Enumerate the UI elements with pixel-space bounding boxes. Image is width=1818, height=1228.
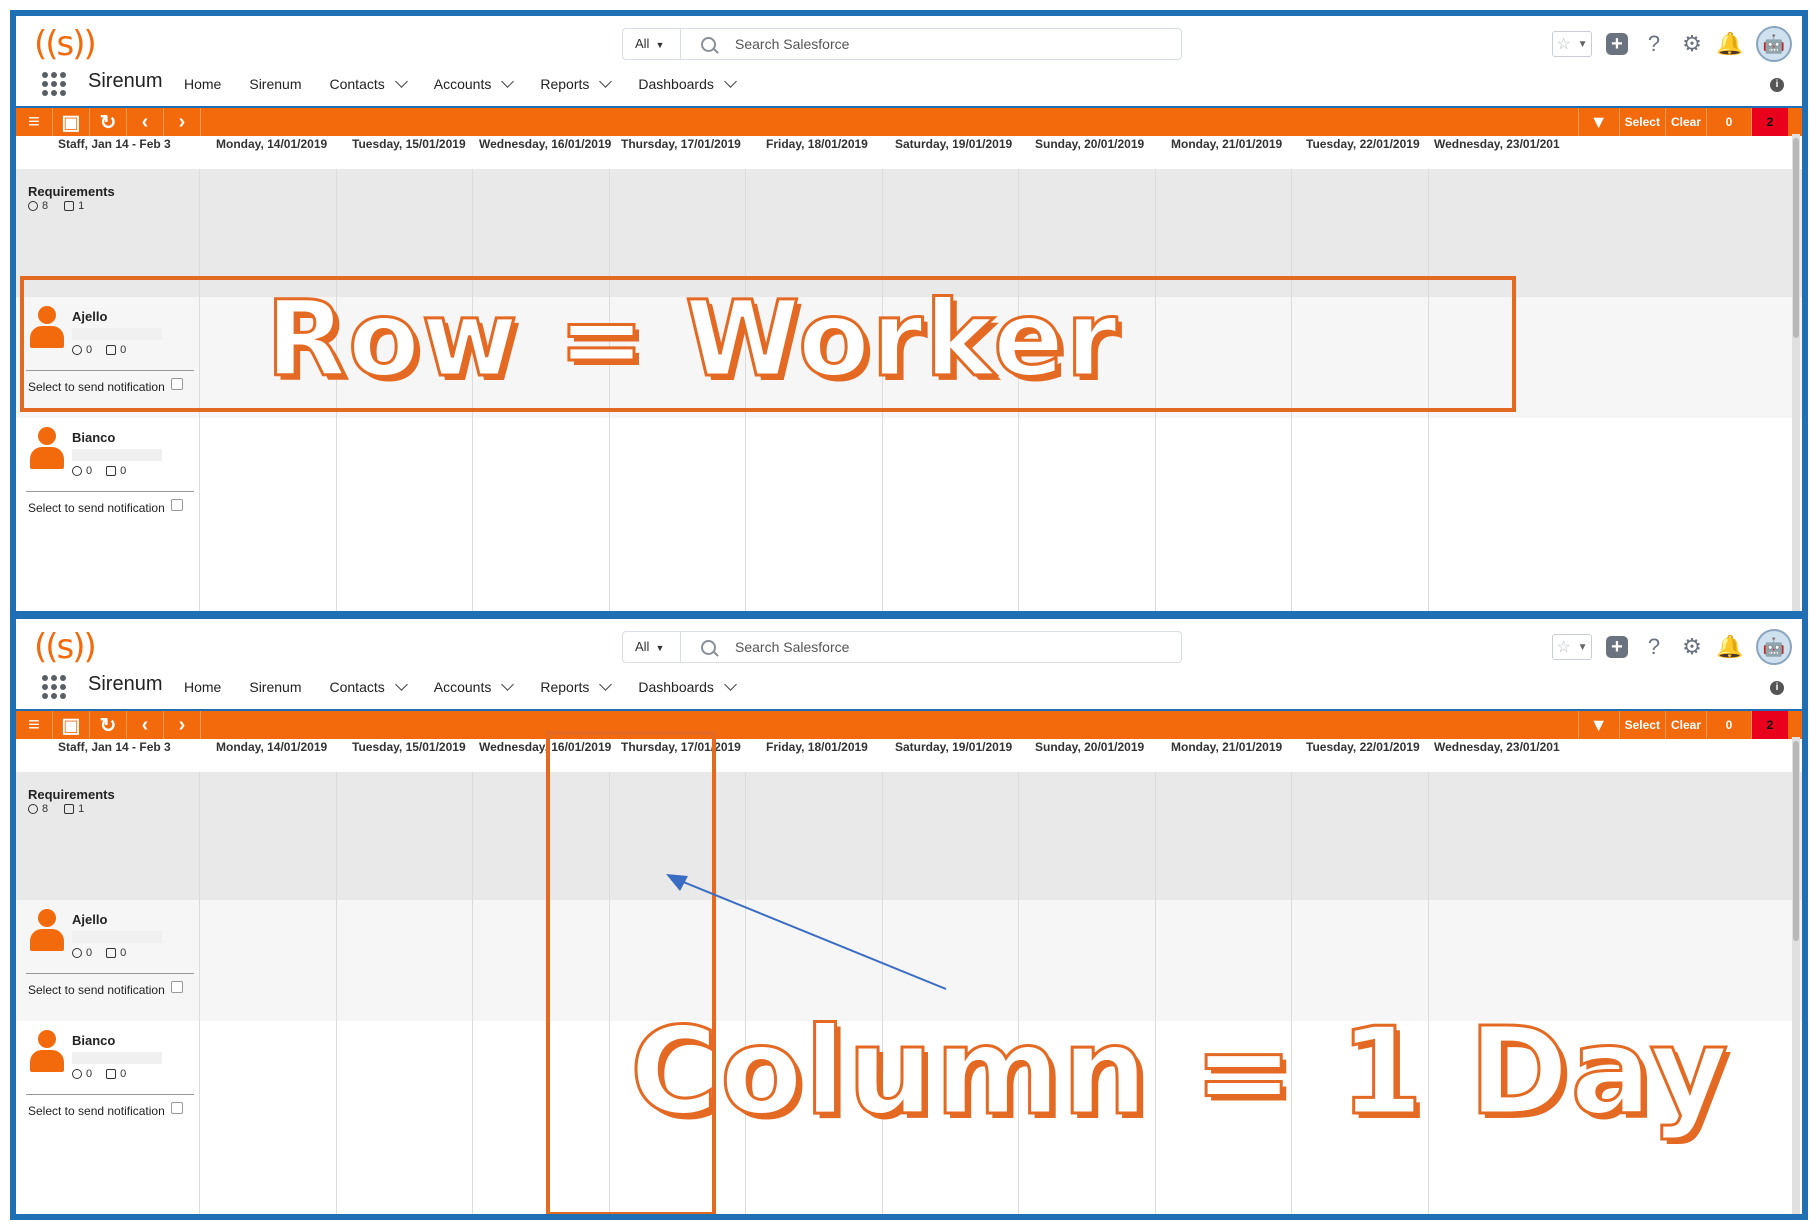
shift-icon	[64, 201, 75, 211]
alert-count-badge[interactable]: 2	[1751, 108, 1788, 136]
info-icon[interactable]: i	[1770, 78, 1784, 92]
day-header[interactable]: Wednesday, 23/01/201	[1434, 137, 1560, 151]
shift-icon	[106, 466, 117, 476]
schedule-toolbar: ≡ ▣ ↻ ‹ › ▼ Select Clear 0 2	[16, 106, 1802, 136]
prev-icon[interactable]: ‹	[127, 108, 164, 136]
notify-option[interactable]: Select to send notification	[28, 499, 183, 515]
refresh-icon[interactable]: ↻	[90, 108, 127, 136]
next-icon[interactable]: ›	[164, 108, 201, 136]
requirements-title: Requirements	[28, 184, 115, 199]
nav-contacts[interactable]: Contacts	[330, 75, 408, 92]
bell-icon[interactable]: 🔔	[1716, 31, 1743, 56]
screenshot-panel-row: ((s)) All ▼ Search Salesforce ☆ ▼ + ? ⚙ 🔔 …	[10, 10, 1808, 617]
chevron-down-icon[interactable]	[599, 75, 613, 88]
date-header-row: Staff, Jan 14 - Feb 3 Monday, 14/01/2019…	[16, 134, 1802, 154]
chevron-down-icon[interactable]	[394, 75, 408, 88]
range-label: Staff, Jan 14 - Feb 3	[58, 137, 171, 151]
filter-icon[interactable]: ▼	[1577, 108, 1619, 136]
star-icon: ☆	[1556, 36, 1571, 53]
worker-stats: 00	[72, 465, 126, 477]
avatar[interactable]: 🤖	[1756, 26, 1792, 62]
select-button[interactable]: Select	[1618, 108, 1665, 136]
sirenum-logo: ((s))	[34, 24, 97, 64]
day-header[interactable]: Monday, 21/01/2019	[1171, 137, 1282, 151]
day-header[interactable]: Wednesday, 16/01/2019	[479, 137, 611, 151]
favorites-button[interactable]: ☆ ▼	[1552, 31, 1592, 57]
dropdown-icon: ▼	[1577, 38, 1588, 50]
search-scope-select[interactable]: All ▼	[623, 29, 681, 59]
count-badge: 0	[1706, 108, 1751, 136]
day-header[interactable]: Saturday, 19/01/2019	[895, 137, 1012, 151]
day-header[interactable]: Thursday, 17/01/2019	[621, 137, 741, 151]
search-icon	[701, 37, 716, 52]
day-header[interactable]: Sunday, 20/01/2019	[1035, 137, 1144, 151]
app-name: Sirenum	[88, 70, 163, 92]
nav-home[interactable]: Home	[184, 76, 221, 92]
nav-sirenum[interactable]: Sirenum	[249, 76, 301, 92]
menu-icon[interactable]: ≡	[16, 108, 53, 136]
chevron-down-icon[interactable]	[501, 75, 515, 88]
global-search[interactable]: All ▼ Search Salesforce	[622, 28, 1182, 60]
nav-bar: Home Sirenum Contacts Accounts Reports D…	[184, 64, 737, 104]
nav-reports[interactable]: Reports	[540, 75, 613, 92]
day-header[interactable]: Tuesday, 15/01/2019	[352, 137, 466, 151]
clock-icon	[72, 466, 82, 476]
requirements-stats: 81	[28, 200, 84, 212]
help-icon[interactable]: ?	[1642, 31, 1666, 56]
chevron-down-icon[interactable]	[724, 75, 737, 88]
worker-row	[16, 418, 1802, 539]
save-icon[interactable]: ▣	[53, 108, 90, 136]
vertical-scrollbar[interactable]	[1792, 134, 1800, 611]
clear-button[interactable]: Clear	[1664, 108, 1706, 136]
gear-icon[interactable]: ⚙	[1680, 31, 1704, 56]
clock-icon	[28, 201, 38, 211]
worker-name[interactable]: Bianco	[72, 430, 115, 445]
plus-icon[interactable]: +	[1606, 33, 1628, 55]
day-header[interactable]: Friday, 18/01/2019	[766, 137, 868, 151]
person-icon	[30, 427, 64, 471]
search-input[interactable]: Search Salesforce	[735, 29, 849, 59]
app-launcher-icon[interactable]	[42, 72, 66, 96]
notify-checkbox[interactable]	[170, 499, 183, 511]
column-annotation: Column = 1 Day	[628, 1002, 1731, 1144]
row-annotation: Row = Worker	[264, 277, 1120, 402]
screenshot-panel-column: ((s)) All ▼ Search Salesforce ☆ ▼ + ? ⚙ 🔔 …	[10, 613, 1808, 1220]
nav-accounts[interactable]: Accounts	[434, 75, 515, 92]
nav-dashboards[interactable]: Dashboards	[638, 75, 737, 92]
day-header[interactable]: Monday, 14/01/2019	[216, 137, 327, 151]
day-header[interactable]: Tuesday, 22/01/2019	[1306, 137, 1420, 151]
global-header: ((s)) All ▼ Search Salesforce ☆ ▼ + ? ⚙ 🔔 …	[16, 16, 1802, 111]
